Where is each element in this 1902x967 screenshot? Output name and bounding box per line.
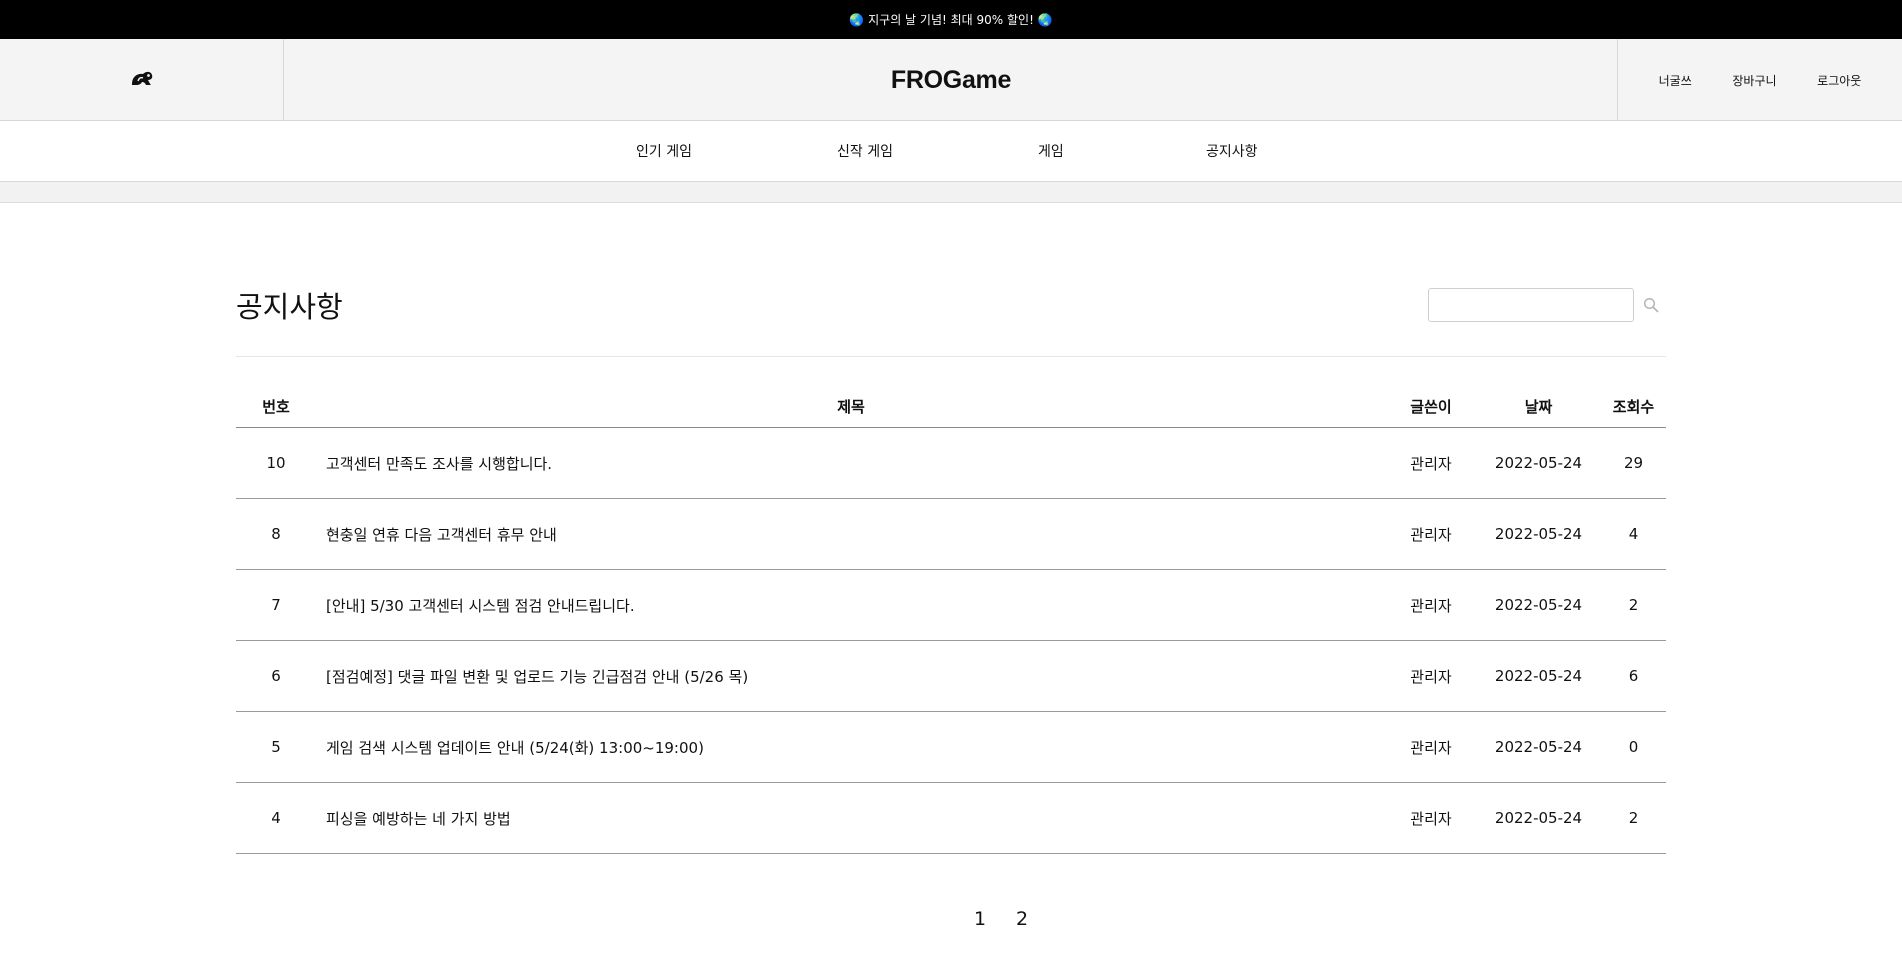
column-header-date: 날짜 <box>1524 398 1553 416</box>
table-row[interactable]: 4 피싱을 예방하는 네 가지 방법 관리자 2022-05-24 2 <box>236 783 1666 854</box>
row-date: 2022-05-24 <box>1494 667 1583 685</box>
frog-logo-icon <box>130 68 154 92</box>
sub-nav-strip <box>0 182 1902 203</box>
search-icon[interactable] <box>1640 294 1662 316</box>
row-views: 2 <box>1628 596 1639 614</box>
nav-item-new-games[interactable]: 신작 게임 <box>837 121 893 181</box>
row-title-link[interactable]: 고객센터 만족도 조사를 시행합니다. <box>316 453 1386 474</box>
nav-item-popular-games[interactable]: 인기 게임 <box>636 121 692 181</box>
row-author: 관리자 <box>1410 667 1452 686</box>
user-name-link[interactable]: 너굴쓰 <box>1659 72 1692 89</box>
main-nav: 인기 게임 신작 게임 게임 공지사항 <box>0 121 1902 182</box>
table-header: 번호 제목 글쓴이 날짜 조회수 <box>236 386 1666 428</box>
row-author: 관리자 <box>1410 738 1452 757</box>
column-header-title: 제목 <box>837 398 865 416</box>
row-number: 8 <box>271 525 281 543</box>
logo-link[interactable] <box>0 39 284 121</box>
row-title-link[interactable]: [점검예정] 댓글 파일 변환 및 업로드 기능 긴급점검 안내 (5/26 목… <box>316 666 1386 687</box>
row-date: 2022-05-24 <box>1494 738 1583 756</box>
search-input[interactable] <box>1428 288 1634 322</box>
row-number: 5 <box>271 738 281 756</box>
row-author: 관리자 <box>1410 596 1452 615</box>
row-views: 0 <box>1628 738 1639 756</box>
site-header: FROGame 너굴쓰 장바구니 로그아웃 <box>0 39 1902 121</box>
row-date: 2022-05-24 <box>1494 809 1583 827</box>
user-menu: 너굴쓰 장바구니 로그아웃 <box>1617 39 1902 121</box>
row-date: 2022-05-24 <box>1494 454 1583 472</box>
page-link-1[interactable]: 1 <box>970 908 990 930</box>
column-header-number: 번호 <box>262 398 290 416</box>
brand-title[interactable]: FROGame <box>284 39 1618 121</box>
column-header-views: 조회수 <box>1612 398 1655 416</box>
title-divider <box>236 356 1666 357</box>
row-views: 29 <box>1623 454 1644 472</box>
row-author: 관리자 <box>1410 525 1452 544</box>
row-number: 6 <box>271 667 281 685</box>
row-title-link[interactable]: 게임 검색 시스템 업데이트 안내 (5/24(화) 13:00~19:00) <box>316 737 1386 758</box>
row-number: 10 <box>266 454 286 472</box>
logout-link[interactable]: 로그아웃 <box>1817 72 1861 89</box>
nav-item-notice[interactable]: 공지사항 <box>1206 121 1258 181</box>
table-row[interactable]: 6 [점검예정] 댓글 파일 변환 및 업로드 기능 긴급점검 안내 (5/26… <box>236 641 1666 712</box>
row-date: 2022-05-24 <box>1494 525 1583 543</box>
nav-item-games[interactable]: 게임 <box>1038 121 1064 181</box>
row-views: 6 <box>1628 667 1639 685</box>
table-row[interactable]: 5 게임 검색 시스템 업데이트 안내 (5/24(화) 13:00~19:00… <box>236 712 1666 783</box>
table-row[interactable]: 7 [안내] 5/30 고객센터 시스템 점검 안내드립니다. 관리자 2022… <box>236 570 1666 641</box>
promo-banner: 🌏 지구의 날 기념! 최대 90% 할인! 🌏 <box>0 0 1902 39</box>
row-author: 관리자 <box>1410 809 1452 828</box>
pagination: 1 2 <box>970 908 1032 930</box>
row-title-link[interactable]: 피싱을 예방하는 네 가지 방법 <box>316 808 1386 829</box>
promo-text: 🌏 지구의 날 기념! 최대 90% 할인! 🌏 <box>849 13 1053 27</box>
row-number: 7 <box>271 596 281 614</box>
row-author: 관리자 <box>1410 454 1452 473</box>
row-title-link[interactable]: [안내] 5/30 고객센터 시스템 점검 안내드립니다. <box>316 595 1386 616</box>
page-title: 공지사항 <box>236 290 343 324</box>
table-row[interactable]: 10 고객센터 만족도 조사를 시행합니다. 관리자 2022-05-24 29 <box>236 428 1666 499</box>
cart-link[interactable]: 장바구니 <box>1732 72 1776 89</box>
column-header-author: 글쓴이 <box>1410 398 1452 416</box>
table-row[interactable]: 8 현충일 연휴 다음 고객센터 휴무 안내 관리자 2022-05-24 4 <box>236 499 1666 570</box>
row-title-link[interactable]: 현충일 연휴 다음 고객센터 휴무 안내 <box>316 524 1386 545</box>
row-views: 4 <box>1628 525 1639 543</box>
notice-table: 번호 제목 글쓴이 날짜 조회수 10 고객센터 만족도 조사를 시행합니다. … <box>236 386 1666 854</box>
page-link-2[interactable]: 2 <box>1012 908 1032 930</box>
row-views: 2 <box>1628 809 1639 827</box>
row-date: 2022-05-24 <box>1494 596 1583 614</box>
row-number: 4 <box>271 809 281 827</box>
